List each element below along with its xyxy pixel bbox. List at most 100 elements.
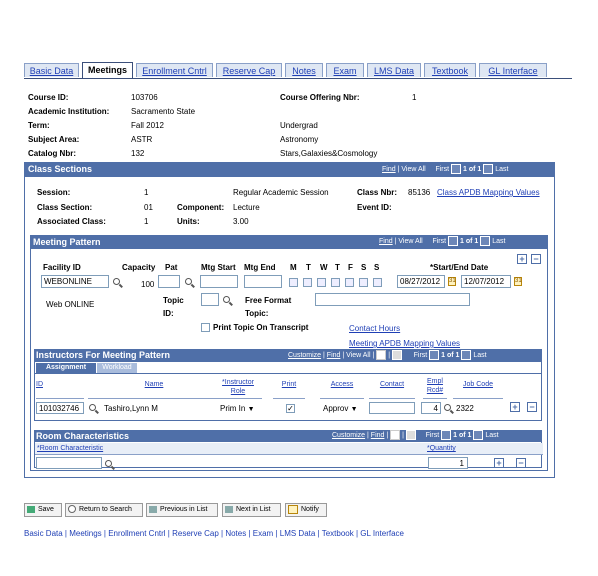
col-header-job-code[interactable]: Job Code [453,380,503,399]
chevron-down-icon[interactable]: ▼ [351,406,358,413]
col-header-room-characteristic[interactable]: *Room Characteristic [35,443,425,455]
day-checkbox-sat[interactable] [359,278,368,287]
footer-link-reserve-cap[interactable]: Reserve Cap [172,529,219,538]
instructors-first[interactable]: First [414,352,428,359]
col-header-id-text[interactable]: ID [36,381,43,388]
footer-link-lms-data[interactable]: LMS Data [280,529,316,538]
col-header-contact-text[interactable]: Contact [380,381,404,388]
contact-input[interactable] [369,402,415,414]
tab-enrollment-cntrl[interactable]: Enrollment Cntrl [136,63,213,77]
quantity-input[interactable]: 1 [428,457,468,469]
col-header-print[interactable]: Print [273,380,305,399]
instructors-customize-link[interactable]: Customize [288,352,321,359]
footer-link-gl-interface[interactable]: GL Interface [360,529,404,538]
tab-lms-data[interactable]: LMS Data [367,63,421,77]
free-format-topic-input[interactable] [315,293,470,306]
zoom-grid-icon[interactable] [376,350,387,361]
last-arrow-icon[interactable] [461,350,472,361]
contact-hours-link[interactable]: Contact Hours [349,324,400,333]
mtg-end-input[interactable] [244,275,282,288]
meeting-first[interactable]: First [432,238,446,245]
tab-meetings[interactable]: Meetings [82,62,133,78]
print-checkbox[interactable]: ✓ [286,404,295,413]
add-row-icon[interactable]: + [494,458,504,468]
tab-exam[interactable]: Exam [326,63,364,77]
footer-link-textbook[interactable]: Textbook [322,529,354,538]
footer-link-basic-data[interactable]: Basic Data [24,529,63,538]
day-checkbox-fri[interactable] [345,278,354,287]
delete-row-icon[interactable]: − [531,254,541,264]
col-header-role[interactable]: *Instructor Role [214,378,262,399]
instructor-id-input[interactable]: 101032746 [36,402,84,414]
tab-gl-interface[interactable]: GL Interface [479,63,547,77]
day-checkbox-thu[interactable] [331,278,340,287]
day-checkbox-wed[interactable] [317,278,326,287]
last-arrow-icon[interactable] [480,236,491,247]
class-sections-find-link[interactable]: Find [382,166,396,173]
delete-row-icon[interactable]: − [527,402,537,412]
instructor-role-select[interactable]: Prim In ▼ [220,404,255,413]
col-header-access-text[interactable]: Access [331,381,354,388]
lookup-icon[interactable] [113,278,120,285]
lookup-icon[interactable] [444,404,451,411]
tab-notes[interactable]: Notes [285,63,323,77]
room-find-link[interactable]: Find [371,432,385,439]
meeting-find-link[interactable]: Find [379,238,393,245]
day-checkbox-mon[interactable] [289,278,298,287]
notify-button[interactable]: Notify [285,503,327,517]
room-first[interactable]: First [426,432,440,439]
instructors-viewall-link[interactable]: View All [346,352,370,359]
start-date-input[interactable]: 08/27/2012 [397,275,445,288]
print-topic-checkbox[interactable] [201,323,210,332]
room-characteristic-input[interactable] [36,457,102,469]
lookup-icon[interactable] [185,278,192,285]
lookup-icon[interactable] [89,404,96,411]
class-sections-first[interactable]: First [435,166,449,173]
first-arrow-icon[interactable] [448,236,459,247]
last-arrow-icon[interactable] [483,164,494,175]
empl-rcd-input[interactable]: 4 [421,402,441,414]
col-header-role-text[interactable]: *Instructor Role [222,379,254,395]
first-arrow-icon[interactable] [441,430,452,441]
col-header-quantity-text[interactable]: *Quantity [427,445,456,452]
col-header-print-text[interactable]: Print [282,381,296,388]
calendar-icon[interactable]: 31 [448,277,456,286]
chevron-down-icon[interactable]: ▼ [248,406,255,413]
footer-link-meetings[interactable]: Meetings [69,529,101,538]
access-select[interactable]: Approv ▼ [323,404,358,413]
previous-in-list-button[interactable]: Previous in List [146,503,218,517]
lookup-icon[interactable] [223,296,230,303]
col-header-job-code-text[interactable]: Job Code [463,381,493,388]
facility-id-input[interactable]: WEBONLINE [41,275,109,288]
day-checkbox-tue[interactable] [303,278,312,287]
add-row-icon[interactable]: + [517,254,527,264]
class-sections-last[interactable]: Last [495,166,508,173]
save-button[interactable]: Save [24,503,62,517]
mtg-start-input[interactable] [200,275,238,288]
first-arrow-icon[interactable] [429,350,440,361]
instructors-last[interactable]: Last [473,352,486,359]
tab-reserve-cap[interactable]: Reserve Cap [216,63,282,77]
class-sections-viewall-link[interactable]: View All [401,166,425,173]
tab-textbook[interactable]: Textbook [424,63,476,77]
col-header-room-characteristic-text[interactable]: *Room Characteristic [37,445,103,452]
room-last[interactable]: Last [485,432,498,439]
col-header-id[interactable]: ID [36,380,84,399]
col-header-empl-rcd-text[interactable]: Empl Rcd# [427,378,443,394]
pattern-input[interactable] [158,275,180,288]
download-grid-icon[interactable] [405,430,416,441]
tab-basic-data[interactable]: Basic Data [24,63,79,77]
col-header-quantity[interactable]: *Quantity [425,443,543,455]
first-arrow-icon[interactable] [451,164,462,175]
next-in-list-button[interactable]: Next in List [222,503,281,517]
download-grid-icon[interactable] [391,350,402,361]
footer-link-exam[interactable]: Exam [253,529,273,538]
col-header-name-text[interactable]: Name [145,381,164,388]
delete-row-icon[interactable]: − [516,458,526,468]
day-checkbox-sun[interactable] [373,278,382,287]
end-date-input[interactable]: 12/07/2012 [461,275,511,288]
zoom-grid-icon[interactable] [390,430,401,441]
room-customize-link[interactable]: Customize [332,432,365,439]
topic-id-input[interactable] [201,293,219,306]
instructors-find-link[interactable]: Find [327,352,341,359]
